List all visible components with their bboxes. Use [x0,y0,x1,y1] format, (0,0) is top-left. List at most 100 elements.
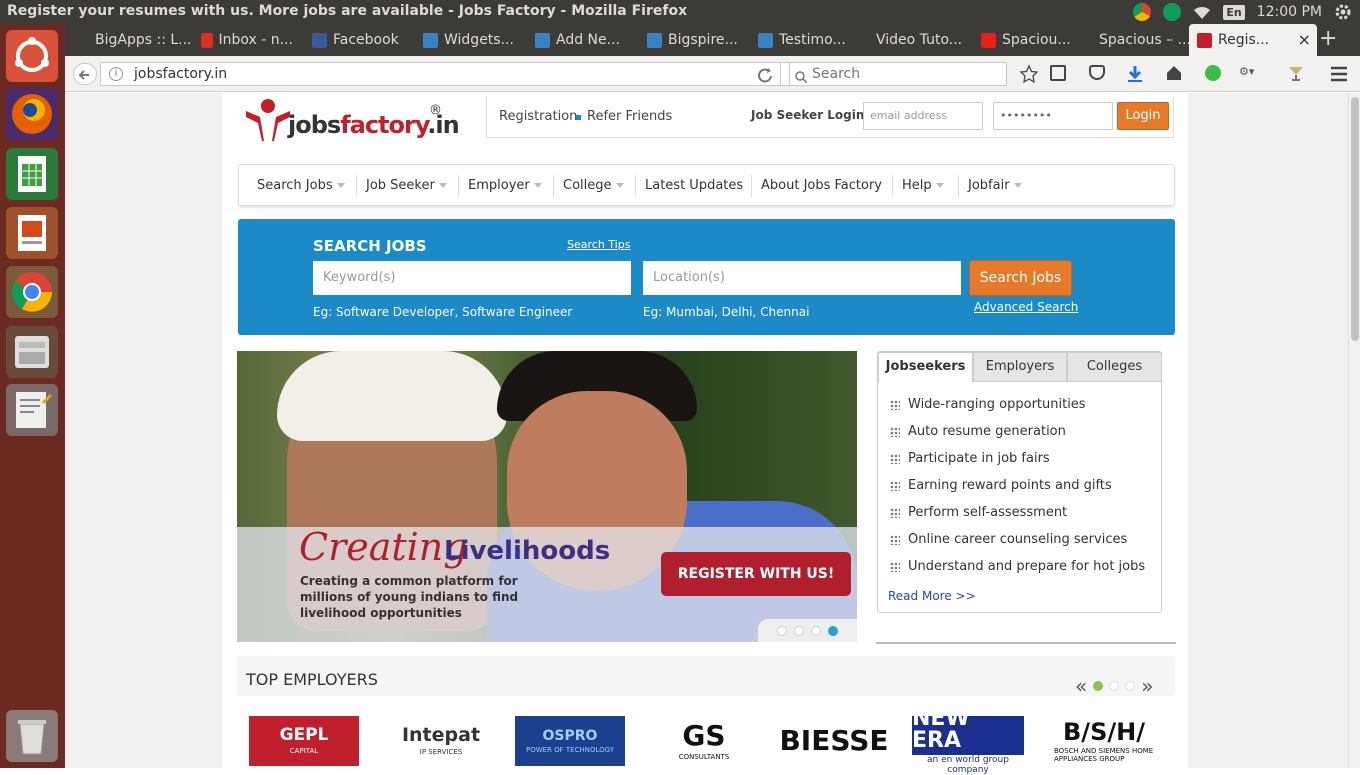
bullet-arrow-icon [890,427,900,437]
employer-logo[interactable]: OSPRO POWER OF TECHNOLOGY [515,716,625,766]
search-input[interactable]: Search [789,62,1007,86]
libreoffice-impress-icon[interactable] [6,207,58,259]
employer-logo[interactable]: Intepat IP SERVICES [386,716,496,766]
download-icon[interactable] [1126,64,1144,88]
nav-separator [553,175,554,197]
browser-tab[interactable]: Testimo... [750,24,850,56]
close-tab-icon[interactable]: × [1298,24,1311,56]
list-item-label: Perform self-assessment [908,505,1068,520]
nav-item[interactable]: Job Seeker [366,178,447,193]
browser-tab[interactable]: BigApps :: L... [81,24,192,56]
browser-tab[interactable]: Widgets... [415,24,515,56]
browser-tab[interactable]: Spaciou... [973,24,1073,56]
location-input[interactable]: Location(s) [643,261,961,295]
email-field[interactable]: email address [863,102,983,130]
bullet-arrow-icon [890,481,900,491]
search-tips-link[interactable]: Search Tips [567,238,630,251]
nav-item[interactable]: Jobfair [968,178,1022,193]
nav-item[interactable]: Employer [468,178,542,193]
prev-arrow-icon[interactable]: « [1075,674,1087,698]
home-icon[interactable] [1165,64,1183,86]
top-links-bar: Registration Refer Friends Job Seeker Lo… [486,96,1174,138]
keyboard-language[interactable]: En [1223,4,1245,20]
next-arrow-icon[interactable]: » [1141,674,1153,698]
wifi-icon[interactable] [1193,3,1211,21]
employer-logo-name: BIESSE [779,724,889,757]
reading-list-icon[interactable] [1050,65,1066,81]
nav-item-label: Latest Updates [645,178,744,193]
pocket-icon[interactable] [1089,65,1105,80]
url-bar[interactable]: i jobsfactory.in [100,62,812,86]
extension-icon[interactable]: ⚙▾ [1239,65,1261,81]
nav-item[interactable]: College [563,178,624,193]
nav-item[interactable]: Help [902,178,944,193]
login-button[interactable]: Login [1117,102,1169,130]
hero-subtitle: Creating a common platform for millions … [300,574,519,620]
advanced-search-link[interactable]: Advanced Search [974,300,1078,314]
firefox-icon[interactable] [6,88,58,140]
employer-logo[interactable]: BIESSE [779,716,889,766]
chrome-tray-icon[interactable] [1133,3,1152,21]
browser-tab[interactable]: Facebook [304,24,404,56]
employers-dot[interactable] [1109,681,1120,691]
employer-logo[interactable]: GS CONSULTANTS [649,716,759,766]
refer-friends-link[interactable]: Refer Friends [587,109,672,124]
window-title: Register your resumes with us. More jobs… [7,3,688,19]
hangouts-icon[interactable] [1163,3,1182,21]
register-with-us-button[interactable]: REGISTER WITH US! [661,552,851,596]
employer-logo[interactable]: GEPL CAPITAL [249,716,359,766]
registration-link[interactable]: Registration [499,109,577,124]
nav-item[interactable]: Latest Updates [645,178,743,193]
info-icon[interactable]: i [109,67,123,81]
system-top-bar: Register your resumes with us. More jobs… [0,0,1360,24]
nav-item[interactable]: Search Jobs [257,178,345,193]
files-icon[interactable] [6,326,58,378]
carousel-dot[interactable] [794,625,804,636]
browser-tab[interactable]: Inbox - n... [193,24,293,56]
list-item-label: Understand and prepare for hot jobs [908,559,1146,574]
employer-logo[interactable]: NEW ERA an en world group company [912,707,1024,775]
cocktail-icon[interactable] [1287,64,1305,86]
browser-tab-label: Spaciou... [1002,32,1071,48]
gear-icon[interactable] [1334,3,1352,21]
tab-jobseekers[interactable]: Jobseekers [878,352,973,382]
scrollbar-thumb[interactable] [1351,97,1359,341]
nav-item[interactable]: About Jobs Factory [761,178,882,193]
scrollbar[interactable] [1348,93,1360,768]
keyword-input[interactable]: Keyword(s) [313,261,631,295]
read-more-link[interactable]: Read More >> [888,589,976,603]
reload-icon[interactable] [751,62,781,86]
chevron-down-icon [935,183,944,188]
back-arrow-icon[interactable] [73,63,97,85]
chrome-icon[interactable] [6,266,58,318]
employers-dot[interactable] [1093,681,1104,691]
employer-logo[interactable]: B/S/H/BOSCH AND SIEMENS HOME APPLIANCES … [1054,716,1154,766]
menu-icon[interactable] [1330,66,1348,86]
ubuntu-dash-icon[interactable] [6,30,58,82]
bullet-arrow-icon [890,508,900,518]
browser-tab-label: Add Ne... [556,32,620,48]
carousel-dot[interactable] [811,625,821,636]
blogger-icon [535,32,550,48]
nav-item-label: Jobfair [968,178,1010,193]
trash-icon[interactable] [6,710,58,762]
browser-tab[interactable]: Regis... × [1189,24,1317,56]
text-editor-icon[interactable] [6,384,58,436]
employers-dot[interactable] [1125,681,1136,691]
hero-creating-text: Creating [299,525,468,569]
hangouts-ext-icon[interactable] [1205,65,1221,81]
carousel-dot[interactable] [828,625,838,636]
tab-colleges[interactable]: Colleges [1067,352,1162,382]
browser-tab[interactable]: Video Tuto... [862,24,962,56]
bookmark-star-icon[interactable] [1019,64,1039,88]
clock[interactable]: 12:00 PM [1257,4,1322,20]
password-field[interactable]: •••••••• [993,102,1113,130]
carousel-dot[interactable] [777,625,787,636]
libreoffice-calc-icon[interactable] [6,148,58,200]
browser-tab[interactable]: Spacious – ... [1085,24,1191,56]
browser-tab[interactable]: Add Ne... [527,24,627,56]
new-tab-icon[interactable]: + [1319,26,1337,51]
tab-employers[interactable]: Employers [973,352,1067,382]
search-jobs-button[interactable]: Search Jobs [969,260,1072,296]
browser-tab[interactable]: Bigspire... [639,24,739,56]
